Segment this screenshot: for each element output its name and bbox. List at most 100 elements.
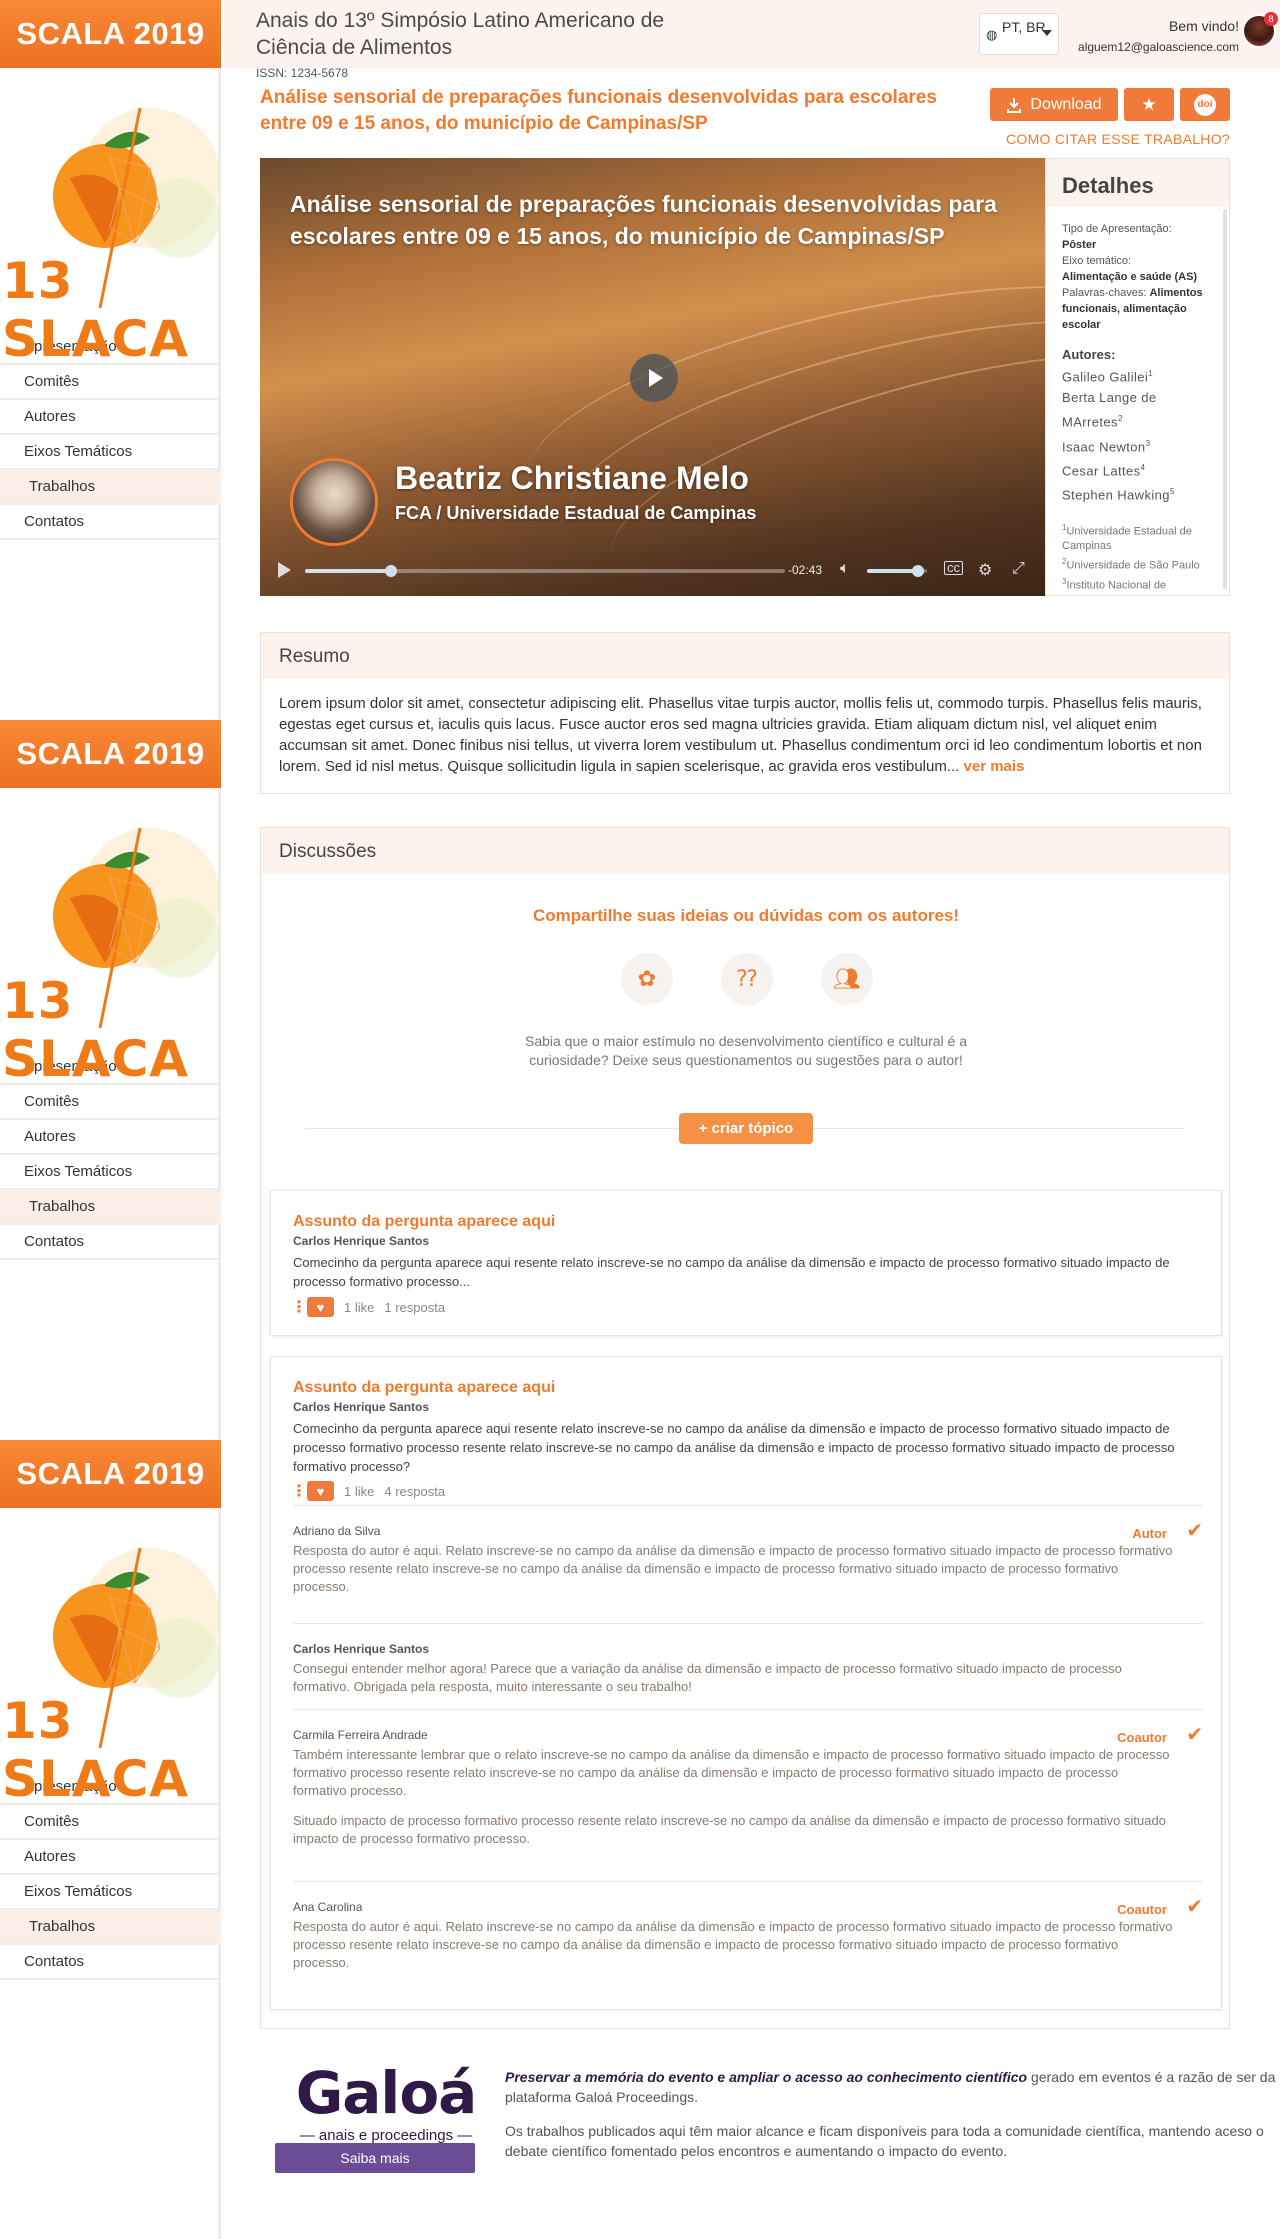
plant-hand-icon: ✿	[621, 953, 673, 1005]
globe-icon: ◍	[986, 27, 998, 42]
event-banner[interactable]: SCALA 2019	[0, 0, 221, 68]
topic-title[interactable]: Assunto da pergunta aparece aqui	[293, 1213, 555, 1231]
reply-count[interactable]: 1 resposta	[384, 1300, 445, 1315]
author-item[interactable]: Isaac Newton3	[1062, 433, 1213, 457]
sidebar-block: SCALA 2019 13 SLACA Apresentação Comitês…	[0, 720, 221, 1260]
video-player[interactable]: Análise sensorial de preparações funcion…	[260, 158, 1045, 596]
discussions-heading: Discussões	[261, 828, 1229, 874]
sidebar-item-comites[interactable]: Comitês	[0, 1805, 221, 1840]
sidebar-item-eixos[interactable]: Eixos Temáticos	[0, 1875, 221, 1910]
play-icon[interactable]	[278, 562, 291, 578]
presenter-name: Beatriz Christiane Melo	[395, 460, 749, 496]
download-button[interactable]: Download	[990, 88, 1118, 121]
progress-fill	[305, 569, 392, 573]
sidebar-item-contatos[interactable]: Contatos	[0, 1945, 221, 1980]
author-item[interactable]: Galileo Galilei1	[1062, 363, 1213, 387]
discussions-cta: Compartilhe suas ideias ou dúvidas com o…	[532, 906, 960, 925]
doi-icon: doi	[1194, 93, 1216, 116]
reply-role: Coautor	[1117, 1902, 1167, 1917]
institution-item: 2Universidade de São Paulo	[1062, 557, 1200, 572]
galoa-logo[interactable]: Galoá — anais e proceedings —	[281, 2061, 491, 2144]
sidebar-item-autores[interactable]: Autores	[0, 1120, 221, 1155]
more-options-icon[interactable]: ⋮	[291, 1481, 307, 1501]
event-logo[interactable]: 13 SLACA	[0, 788, 221, 1088]
details-body: Tipo de Apresentação: Pôster Eixo temáti…	[1046, 207, 1229, 595]
reply-text-continued: Situado impacto de processo formativo pr…	[293, 1813, 1166, 1846]
event-banner[interactable]: SCALA 2019	[0, 720, 221, 788]
reply-item: Carlos Henrique Santos Consegui entender…	[293, 1623, 1203, 1709]
abstract-section: Resumo Lorem ipsum dolor sit amet, conse…	[260, 632, 1230, 794]
event-logo[interactable]: 13 SLACA	[0, 1508, 221, 1808]
topic-card[interactable]: Assunto da pergunta aparece aqui Carlos …	[270, 1356, 1222, 2010]
volume-icon[interactable]: 🔈︎	[840, 560, 850, 578]
reply-count[interactable]: 4 resposta	[384, 1484, 445, 1499]
discussions-section: Discussões Compartilhe suas ideias ou dú…	[260, 827, 1230, 2029]
author-item[interactable]: Berta Lange de MArretes2	[1062, 387, 1213, 432]
time-remaining: -02:43	[788, 563, 823, 577]
like-button[interactable]: ♥	[307, 1297, 334, 1317]
logo-text: 13 SLACA	[2, 1692, 189, 1808]
event-logo[interactable]: 13 SLACA	[0, 68, 221, 368]
authors-heading: Autores:	[1062, 347, 1116, 362]
proceedings-title[interactable]: Anais do 13º Simpósio Latino Americano d…	[256, 7, 726, 61]
language-select[interactable]: ◍ PT, BR	[979, 13, 1059, 55]
fullscreen-icon[interactable]: ⤢	[1012, 560, 1025, 578]
brand-name: Galoá	[295, 2059, 478, 2127]
like-count: 1 like	[344, 1299, 375, 1315]
footer-paragraph: Os trabalhos publicados aqui têm maior a…	[505, 2123, 1264, 2159]
topic-title[interactable]: Assunto da pergunta aparece aqui	[293, 1379, 555, 1397]
sidebar: SCALA 2019 13 SLACA Apresentação Comitês…	[0, 0, 221, 2239]
abstract-text: Lorem ipsum dolor sit amet, consectetur …	[279, 695, 1202, 775]
video-progress-bar[interactable]	[305, 565, 785, 577]
reply-text: Resposta do autor é aqui. Relato inscrev…	[293, 1543, 1173, 1594]
topic-card[interactable]: Assunto da pergunta aparece aqui Carlos …	[270, 1190, 1222, 1336]
gear-icon[interactable]: ⚙︎	[978, 560, 992, 580]
download-icon	[1007, 97, 1022, 113]
author-item[interactable]: Stephen Hawking5	[1062, 481, 1213, 505]
doi-button[interactable]: doi	[1180, 88, 1230, 121]
topic-actions: ⋮ ♥ 1 like 4 resposta	[291, 1481, 445, 1501]
welcome-text: Bem vindo!	[1168, 18, 1239, 34]
play-button[interactable]	[630, 354, 678, 402]
details-scrollbar[interactable]	[1223, 209, 1227, 589]
presenter-avatar	[290, 458, 378, 546]
sidebar-item-trabalhos[interactable]: Trabalhos	[0, 1910, 221, 1945]
volume-fill	[867, 569, 918, 573]
event-banner[interactable]: SCALA 2019	[0, 1440, 221, 1508]
sidebar-item-contatos[interactable]: Contatos	[0, 1225, 221, 1260]
people-icon: 👥︎	[821, 953, 873, 1005]
more-options-icon[interactable]: ⋮	[291, 1297, 307, 1317]
reply-author: Adriano da Silva	[293, 1524, 381, 1538]
notification-badge[interactable]: 8	[1264, 12, 1278, 26]
sidebar-item-trabalhos[interactable]: Trabalhos	[0, 1190, 221, 1225]
create-topic-button[interactable]: + criar tópico	[679, 1113, 813, 1144]
work-title: Análise sensorial de preparações funcion…	[260, 87, 937, 134]
video-title: Análise sensorial de preparações funcion…	[290, 191, 997, 249]
progress-handle[interactable]	[385, 565, 398, 577]
learn-more-button[interactable]: Saiba mais	[275, 2143, 475, 2173]
sidebar-item-comites[interactable]: Comitês	[0, 365, 221, 400]
read-more-link[interactable]: ver mais	[964, 758, 1025, 775]
sidebar-item-trabalhos[interactable]: Trabalhos	[0, 470, 221, 505]
author-item[interactable]: Cesar Lattes4	[1062, 457, 1213, 481]
plus-icon: +	[698, 1120, 708, 1137]
check-icon: ✔︎	[1186, 1520, 1203, 1542]
sidebar-item-eixos[interactable]: Eixos Temáticos	[0, 435, 221, 470]
presentation-type-value: Pôster	[1062, 239, 1097, 251]
volume-slider[interactable]	[867, 565, 927, 577]
cite-link[interactable]: COMO CITAR ESSE TRABALHO?	[1000, 131, 1230, 147]
sidebar-item-comites[interactable]: Comitês	[0, 1085, 221, 1120]
sidebar-item-autores[interactable]: Autores	[0, 1840, 221, 1875]
captions-icon[interactable]: cc	[944, 561, 963, 575]
topic-author: Carlos Henrique Santos	[293, 1400, 430, 1414]
issn: ISSN: 1234-5678	[256, 66, 349, 80]
sidebar-item-contatos[interactable]: Contatos	[0, 505, 221, 540]
sidebar-item-eixos[interactable]: Eixos Temáticos	[0, 1155, 221, 1190]
favorite-button[interactable]: ★	[1124, 88, 1174, 121]
like-button[interactable]: ♥	[307, 1481, 334, 1501]
sidebar-item-autores[interactable]: Autores	[0, 400, 221, 435]
volume-handle[interactable]	[912, 565, 924, 577]
user-email[interactable]: alguem12@galoascience.com	[1057, 40, 1239, 54]
sidebar-block: SCALA 2019 13 SLACA Apresentação Comitês…	[0, 0, 221, 540]
axis-label: Eixo temático:	[1062, 255, 1132, 267]
